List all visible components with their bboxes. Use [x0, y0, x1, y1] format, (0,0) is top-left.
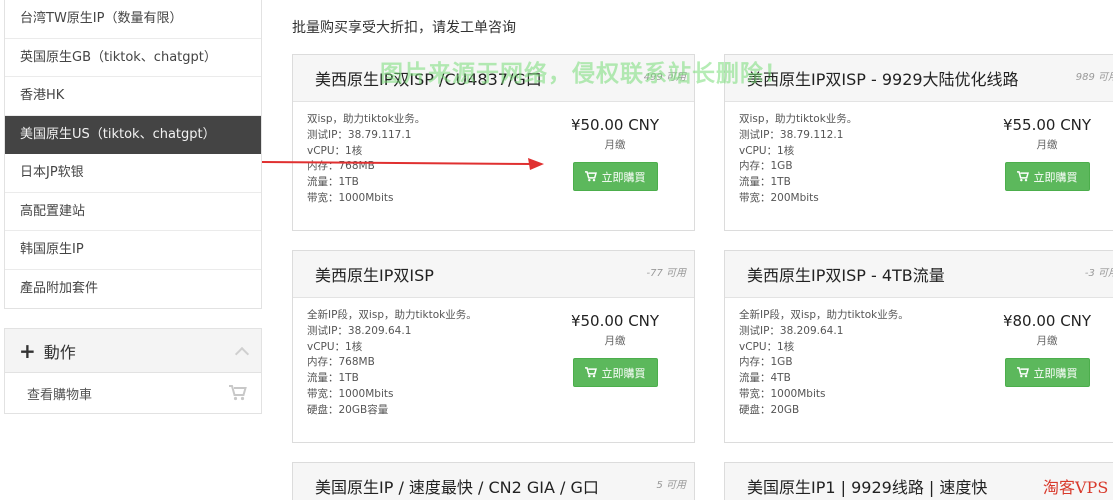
buy-now-button[interactable]: 立即購買 [1004, 358, 1090, 387]
product-title: 美国原生IP1 | 9929线路 | 速度快 [747, 478, 988, 497]
billing-cycle: 月缴 [1036, 139, 1058, 151]
annotation-arrow [262, 158, 544, 170]
availability-count: 5 可用 [656, 480, 686, 491]
price: ¥50.00 CNY [570, 312, 660, 330]
cart-icon [229, 385, 247, 401]
cart-icon [1016, 367, 1029, 378]
category-item-high-config[interactable]: 高配置建站 [5, 193, 261, 231]
product-card-header: 美西原生IP双ISP - 4TB流量 -3 可用 [725, 251, 1113, 298]
actions-panel-header[interactable]: + 動作 [5, 329, 261, 373]
price: ¥50.00 CNY [570, 116, 660, 134]
category-item-addons[interactable]: 產品附加套件 [5, 270, 261, 309]
billing-cycle: 月缴 [604, 335, 626, 347]
view-cart-label: 查看購物車 [27, 387, 93, 403]
watermark-text: 图片来源于网络，侵权联系站长删除！ [380, 61, 788, 87]
product-card-header: 美西原生IP双ISP -77 可用 [293, 251, 694, 298]
availability-count: -3 可用 [1084, 268, 1113, 279]
promo-text: 批量购买享受大折扣，请发工单咨询 [292, 20, 516, 36]
category-item-tw[interactable]: 台湾TW原生IP（数量有限） [5, 0, 261, 39]
pricing: ¥80.00 CNY 月缴 立即購買 [987, 312, 1107, 387]
sidebar: 台湾TW原生IP（数量有限） 英国原生GB（tiktok、chatgpt） 香港… [4, 0, 262, 414]
billing-cycle: 月缴 [604, 139, 626, 151]
cart-icon [584, 171, 597, 182]
buy-now-button[interactable]: 立即購買 [1004, 162, 1090, 191]
chevron-up-icon[interactable] [234, 346, 250, 361]
cart-icon [584, 367, 597, 378]
billing-cycle: 月缴 [1036, 335, 1058, 347]
category-panel: 台湾TW原生IP（数量有限） 英国原生GB（tiktok、chatgpt） 香港… [4, 0, 262, 309]
pricing: ¥50.00 CNY 月缴 立即購買 [555, 312, 675, 387]
product-card-header: 美国原生IP / 速度最快 / CN2 GIA / G口 5 可用 [293, 463, 694, 500]
product-title: 美西原生IP双ISP [315, 266, 434, 285]
actions-panel: + 動作 查看購物車 [4, 328, 262, 414]
pricing: ¥50.00 CNY 月缴 立即購買 [555, 116, 675, 191]
category-item-kr[interactable]: 韩国原生IP [5, 231, 261, 270]
cart-icon [1016, 171, 1029, 182]
pricing: ¥55.00 CNY 月缴 立即購買 [987, 116, 1107, 191]
product-card: 美西原生IP双ISP -77 可用 全新IP段，双isp，助力tiktok业务。… [292, 250, 695, 443]
brand-mark: 淘客VPS [1043, 478, 1109, 497]
view-cart-link[interactable]: 查看購物車 [5, 373, 261, 413]
category-item-hk[interactable]: 香港HK [5, 77, 261, 116]
actions-title: 動作 [43, 342, 76, 362]
product-title: 美国原生IP / 速度最快 / CN2 GIA / G口 [315, 478, 599, 497]
price: ¥55.00 CNY [1002, 116, 1092, 134]
product-card: 美西原生IP双ISP - 4TB流量 -3 可用 全新IP段，双isp，助力ti… [724, 250, 1113, 443]
category-item-jp[interactable]: 日本JP软银 [5, 154, 261, 193]
category-item-gb[interactable]: 英国原生GB（tiktok、chatgpt） [5, 39, 261, 77]
availability-count: 989 可用 [1075, 72, 1113, 83]
buy-now-button[interactable]: 立即購買 [572, 358, 658, 387]
category-item-us[interactable]: 美国原生US（tiktok、chatgpt） [5, 115, 261, 154]
buy-now-button[interactable]: 立即購買 [572, 162, 658, 191]
price: ¥80.00 CNY [1002, 312, 1092, 330]
product-title: 美西原生IP双ISP - 4TB流量 [747, 266, 945, 285]
product-card: 美国原生IP / 速度最快 / CN2 GIA / G口 5 可用 [292, 462, 695, 500]
availability-count: -77 可用 [646, 268, 686, 279]
plus-icon: + [19, 338, 36, 363]
